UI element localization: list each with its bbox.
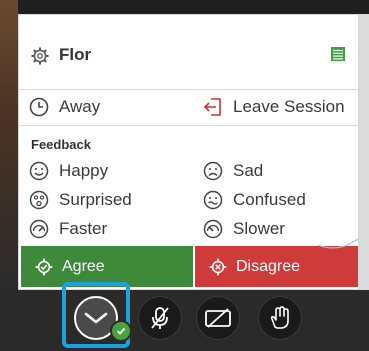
- microphone-muted-icon: [151, 307, 169, 329]
- feedback-slower[interactable]: Slower: [203, 217, 285, 241]
- feedback-sad[interactable]: Sad: [203, 159, 263, 183]
- agree-label: Agree: [62, 257, 105, 275]
- user-name: Flor: [59, 45, 92, 64]
- surprised-face-icon: [29, 190, 49, 210]
- feedback-heading: Feedback: [31, 137, 91, 152]
- confused-face-icon: [203, 190, 223, 210]
- feedback-label: Surprised: [59, 190, 132, 209]
- sad-face-icon: [203, 161, 223, 181]
- agree-button[interactable]: Agree: [21, 246, 193, 287]
- faster-icon: [29, 219, 49, 239]
- feedback-surprised[interactable]: Surprised: [29, 188, 132, 212]
- feedback-confused[interactable]: Confused: [203, 188, 306, 212]
- away-label: Away: [59, 97, 101, 116]
- disagree-icon: [209, 257, 227, 276]
- video-background: [0, 0, 18, 290]
- feedback-label: Faster: [59, 219, 108, 238]
- window-top-bar: [0, 0, 369, 14]
- feedback-faster[interactable]: Faster: [29, 217, 107, 241]
- gear-icon[interactable]: [31, 47, 49, 65]
- leave-session-label: Leave Session: [233, 97, 345, 116]
- leave-session-option[interactable]: Leave Session: [203, 95, 345, 119]
- feedback-label: Slower: [233, 219, 285, 238]
- camera-off-icon: [205, 308, 231, 328]
- status-menu-panel: Flor Away Leave Session Feedback Happy S…: [18, 14, 360, 290]
- feedback-happy[interactable]: Happy: [29, 159, 108, 183]
- feedback-label: Sad: [233, 161, 264, 180]
- checkmark-badge-icon: [110, 320, 132, 342]
- list-icon[interactable]: [330, 46, 346, 62]
- decorative-arc: [318, 238, 358, 249]
- happy-face-icon: [29, 161, 49, 181]
- session-control-bar: [0, 290, 369, 351]
- leave-session-icon: [203, 98, 221, 116]
- side-panel-edge: [359, 14, 369, 290]
- feedback-label: Confused: [233, 190, 306, 209]
- feedback-label: Happy: [59, 161, 109, 180]
- away-option[interactable]: Away: [29, 95, 100, 119]
- hand-icon: [270, 306, 289, 329]
- camera-button[interactable]: [196, 296, 240, 340]
- panel-header: Flor: [19, 15, 360, 89]
- microphone-button[interactable]: [138, 296, 182, 340]
- slower-icon: [203, 219, 223, 239]
- divider: [19, 89, 360, 90]
- agree-icon: [35, 257, 53, 276]
- divider: [19, 125, 360, 126]
- raise-hand-button[interactable]: [258, 296, 302, 340]
- clock-icon: [29, 97, 49, 117]
- disagree-label: Disagree: [236, 257, 301, 275]
